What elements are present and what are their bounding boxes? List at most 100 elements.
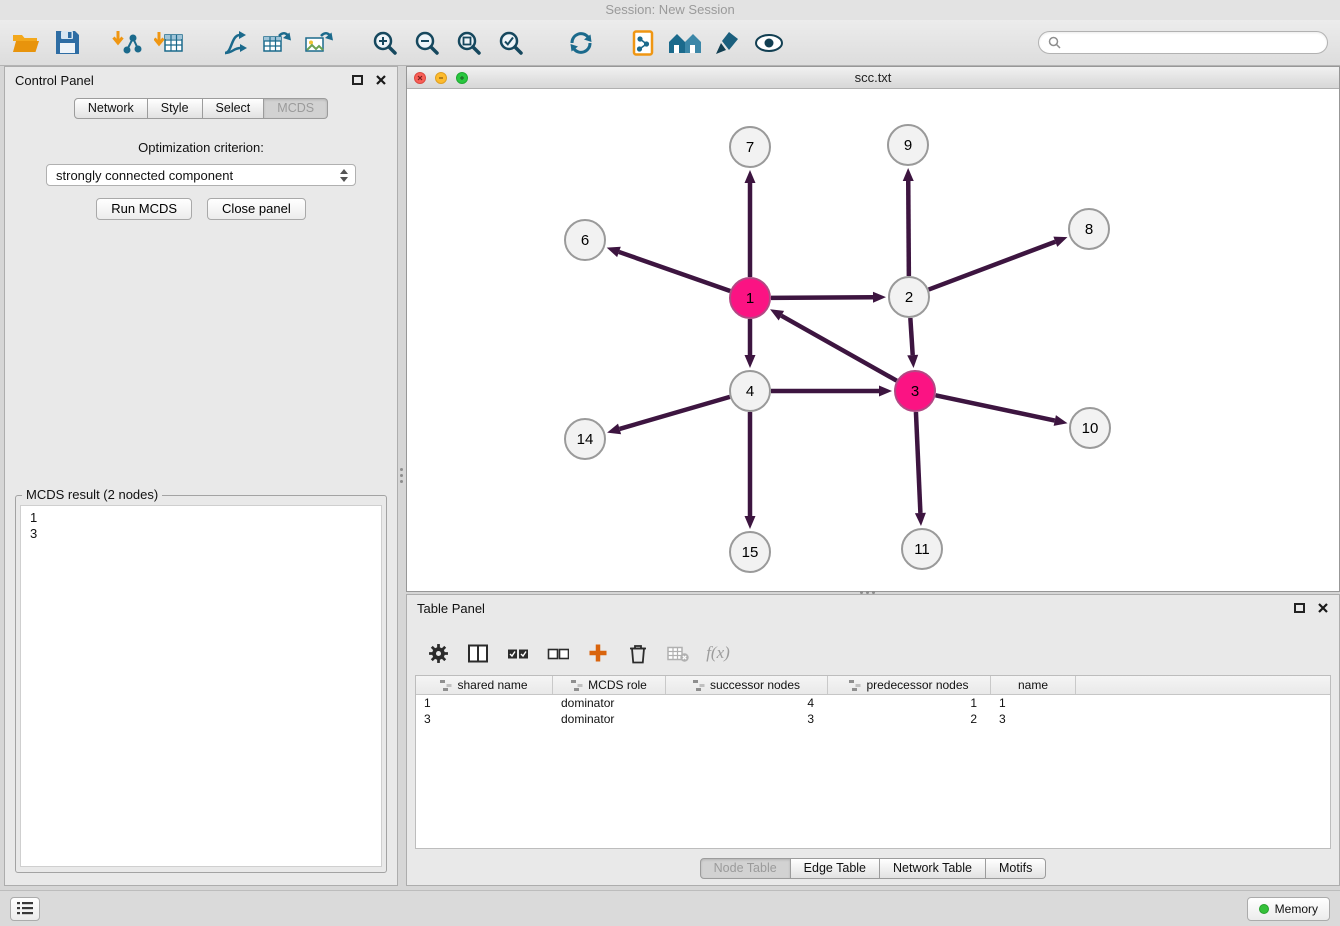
add-column-button[interactable] xyxy=(587,642,609,664)
close-panel-icon[interactable] xyxy=(375,74,387,86)
home-button[interactable] xyxy=(668,25,702,61)
tab-network-table[interactable]: Network Table xyxy=(880,858,986,879)
minimize-window-icon[interactable] xyxy=(435,72,447,84)
graph-node-3[interactable]: 3 xyxy=(895,371,935,411)
graph-edge-2-9[interactable] xyxy=(908,181,909,276)
column-header-predecessor-nodes[interactable]: predecessor nodes xyxy=(828,676,991,694)
mcds-result-text[interactable]: 1 3 xyxy=(20,505,382,867)
graph-node-2[interactable]: 2 xyxy=(889,277,929,317)
trash-icon xyxy=(629,643,647,664)
graph-node-6[interactable]: 6 xyxy=(565,220,605,260)
save-session-button[interactable] xyxy=(50,25,84,61)
close-window-icon[interactable] xyxy=(414,72,426,84)
graph-edge-2-3[interactable] xyxy=(910,318,912,355)
table-row[interactable]: 3dominator323 xyxy=(416,711,1330,727)
show-hide-button[interactable] xyxy=(752,25,786,61)
zoom-fit-button[interactable] xyxy=(452,25,486,61)
search-input[interactable] xyxy=(1067,36,1318,50)
search-box[interactable] xyxy=(1038,31,1328,54)
zoom-out-button[interactable] xyxy=(410,25,444,61)
import-network-button[interactable] xyxy=(110,25,144,61)
close-table-panel-icon[interactable] xyxy=(1317,602,1329,614)
graph-node-1[interactable]: 1 xyxy=(730,278,770,318)
column-header-mcds-role[interactable]: MCDS role xyxy=(553,676,666,694)
export-image-button[interactable] xyxy=(302,25,336,61)
deselect-all-button[interactable] xyxy=(547,642,569,664)
table-toolbar: f(x) xyxy=(407,621,1339,671)
style-brush-button[interactable] xyxy=(710,25,744,61)
tab-motifs[interactable]: Motifs xyxy=(986,858,1046,879)
column-header-shared-name[interactable]: shared name xyxy=(416,676,553,694)
graph-node-14[interactable]: 14 xyxy=(565,419,605,459)
graph-edge-3-1[interactable] xyxy=(781,316,896,381)
network-share-icon xyxy=(221,29,249,57)
zoom-in-button[interactable] xyxy=(368,25,402,61)
tab-mcds[interactable]: MCDS xyxy=(264,98,328,119)
graph-edge-1-6[interactable] xyxy=(619,252,730,291)
network-canvas-svg[interactable]: 7 9 6 8 1 2 4 3 14 10 15 11 xyxy=(407,89,1339,591)
graph-node-4[interactable]: 4 xyxy=(730,371,770,411)
graph-edge-3-10[interactable] xyxy=(936,395,1055,420)
refresh-layout-button[interactable] xyxy=(564,25,598,61)
graph-node-10[interactable]: 10 xyxy=(1070,408,1110,448)
column-label: MCDS role xyxy=(588,678,647,692)
graph-node-label: 10 xyxy=(1082,420,1099,437)
function-builder-button[interactable]: f(x) xyxy=(707,642,729,664)
optimization-select-value: strongly connected component xyxy=(56,168,233,183)
graph-edge-arrowhead xyxy=(1053,237,1067,247)
import-table-button[interactable] xyxy=(152,25,186,61)
table-cell: 3 xyxy=(416,711,553,727)
network-window-title: scc.txt xyxy=(855,70,892,85)
delete-column-button[interactable] xyxy=(627,642,649,664)
tab-select[interactable]: Select xyxy=(203,98,265,119)
table-cell: 4 xyxy=(666,695,828,711)
memory-button[interactable]: Memory xyxy=(1247,897,1330,921)
column-label: shared name xyxy=(457,678,527,692)
graph-edge-1-2[interactable] xyxy=(771,297,873,298)
export-image-icon xyxy=(304,29,334,57)
table-cell: 1 xyxy=(828,695,991,711)
export-table-button[interactable] xyxy=(260,25,294,61)
graph-node-7[interactable]: 7 xyxy=(730,127,770,167)
float-panel-icon[interactable] xyxy=(352,75,363,85)
select-all-button[interactable] xyxy=(507,642,529,664)
zoom-selected-button[interactable] xyxy=(494,25,528,61)
graph-edge-3-11[interactable] xyxy=(916,412,920,513)
column-label: name xyxy=(1018,678,1048,692)
graph-node-9[interactable]: 9 xyxy=(888,125,928,165)
table-cell: dominator xyxy=(553,711,666,727)
graph-node-label: 9 xyxy=(904,137,912,154)
table-cell-filler xyxy=(1076,711,1330,727)
tab-edge-table[interactable]: Edge Table xyxy=(791,858,880,879)
graph-node-11[interactable]: 11 xyxy=(902,529,942,569)
run-mcds-button[interactable]: Run MCDS xyxy=(96,198,192,220)
close-panel-button[interactable]: Close panel xyxy=(207,198,306,220)
open-folder-button[interactable] xyxy=(8,25,42,61)
graph-edge-arrowhead xyxy=(1054,415,1068,426)
float-table-panel-icon[interactable] xyxy=(1294,603,1305,613)
graph-node-8[interactable]: 8 xyxy=(1069,209,1109,249)
graph-node-label: 4 xyxy=(746,383,754,400)
maximize-window-icon[interactable] xyxy=(456,72,468,84)
task-history-button[interactable] xyxy=(10,897,40,921)
vertical-splitter-handle[interactable] xyxy=(400,468,403,471)
show-columns-button[interactable] xyxy=(467,642,489,664)
graph-edge-arrowhead xyxy=(915,513,926,526)
tab-style[interactable]: Style xyxy=(148,98,203,119)
column-header-name[interactable]: name xyxy=(991,676,1076,694)
network-share-button[interactable] xyxy=(218,25,252,61)
copy-network-button[interactable] xyxy=(626,25,660,61)
graph-edge-4-14[interactable] xyxy=(620,397,730,429)
tab-network[interactable]: Network xyxy=(74,98,148,119)
graph-node-label: 11 xyxy=(914,541,930,558)
column-header-successor-nodes[interactable]: successor nodes xyxy=(666,676,828,694)
graph-node-15[interactable]: 15 xyxy=(730,532,770,572)
table-settings-button[interactable] xyxy=(427,642,449,664)
optimization-select[interactable]: strongly connected component xyxy=(46,164,356,186)
graph-edge-arrowhead xyxy=(745,170,756,183)
graph-node-label: 8 xyxy=(1085,221,1093,238)
tab-node-table[interactable]: Node Table xyxy=(700,858,791,879)
table-row[interactable]: 1dominator411 xyxy=(416,695,1330,711)
graph-edge-2-8[interactable] xyxy=(929,242,1056,290)
delete-table-button[interactable] xyxy=(667,642,689,664)
